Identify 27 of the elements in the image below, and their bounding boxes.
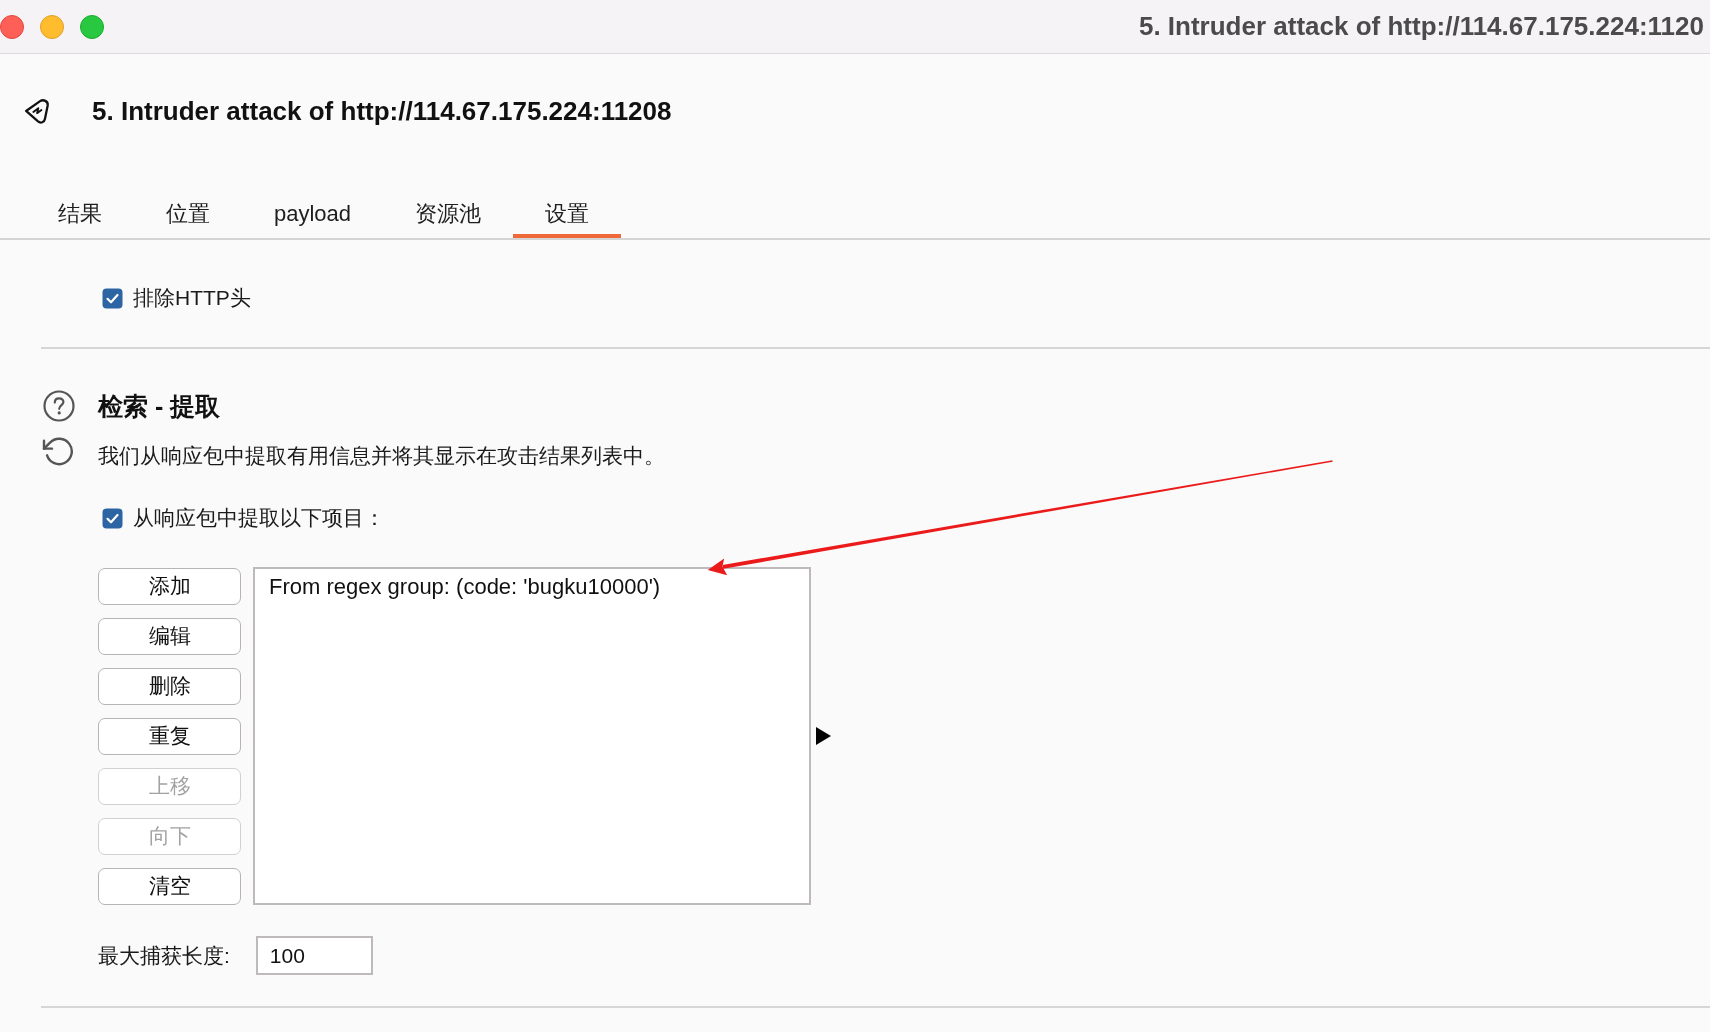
checkbox[interactable] xyxy=(102,507,123,529)
tab[interactable]: 位置 xyxy=(134,194,242,238)
list-action-button[interactable]: 编辑 xyxy=(98,617,241,655)
tab[interactable]: 资源池 xyxy=(383,194,514,238)
tab[interactable]: 结果 xyxy=(26,194,134,238)
input-field[interactable]: 100 xyxy=(255,936,373,975)
help-icon[interactable] xyxy=(43,390,75,422)
list-item[interactable]: From regex group: (code: 'bugku10000') xyxy=(269,572,661,602)
reset-icon[interactable] xyxy=(42,436,74,468)
field-label: 最大捕获长度: xyxy=(98,942,230,969)
close-button[interactable] xyxy=(0,14,24,39)
app-logo-icon xyxy=(24,97,51,125)
checkbox-label: 排除HTTP头 xyxy=(133,285,251,311)
list-action-button[interactable]: 清空 xyxy=(98,867,241,905)
section-description: 我们从响应包中提取有用信息并将其显示在攻击结果列表中。 xyxy=(98,443,665,469)
checkbox[interactable] xyxy=(102,287,123,309)
list-action-button[interactable]: 重复 xyxy=(98,717,241,755)
expand-arrow-icon[interactable] xyxy=(816,727,831,745)
maximize-button[interactable] xyxy=(80,14,104,39)
section-title: 检索 - 提取 xyxy=(98,390,221,422)
attack-title: 5. Intruder attack of http://114.67.175.224:11208 xyxy=(92,95,672,127)
window-title: 5. Intruder attack of http://114.67.175.224:1120 xyxy=(1138,11,1704,42)
list-action-button[interactable]: 添加 xyxy=(98,567,241,605)
tab[interactable]: payload xyxy=(242,194,384,238)
tab[interactable]: 设置 xyxy=(513,194,622,238)
list-action-button[interactable]: 删除 xyxy=(98,667,241,705)
checkbox-label: 从响应包中提取以下项目： xyxy=(133,505,385,531)
